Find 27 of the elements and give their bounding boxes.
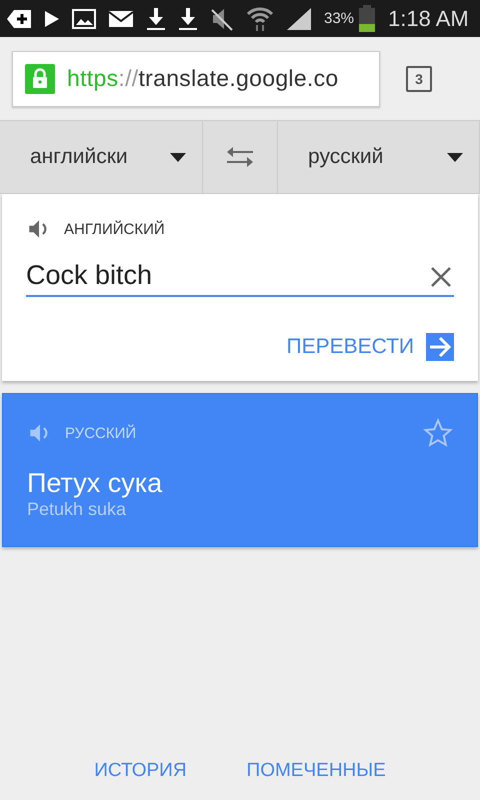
text-input-field[interactable]: Cock bitch [26,260,454,297]
download-icon [146,6,166,30]
battery-percent: 33% [324,10,354,27]
translation-text: Петух сука [27,468,164,499]
caret-icon [447,152,463,162]
signal-icon [286,6,312,30]
caret-icon [170,152,186,162]
source-language-label: АНГЛИЙСКИЙ [64,220,165,238]
wifi-icon [246,6,274,32]
lock-icon [25,64,55,94]
swap-icon[interactable] [225,145,255,169]
mute-icon [210,6,234,30]
download-icon [178,6,198,30]
star-icon[interactable] [423,418,453,448]
battery-icon [358,4,376,32]
translate-button[interactable]: ПЕРЕВЕСТИ [286,333,454,361]
clock-time: 1:18 AM [388,6,469,32]
mail-icon [108,10,134,28]
target-language-label: РУССКИЙ [65,424,136,442]
url-text: https://translate.google.co [67,65,339,92]
tab-count-button[interactable]: 3 [406,66,432,92]
transliteration-text: Petukh suka [27,499,128,520]
add-icon [6,8,32,28]
play-icon [44,10,60,28]
close-icon[interactable] [430,266,452,288]
image-icon [72,8,96,28]
address-bar[interactable]: https://translate.google.co [12,50,380,106]
